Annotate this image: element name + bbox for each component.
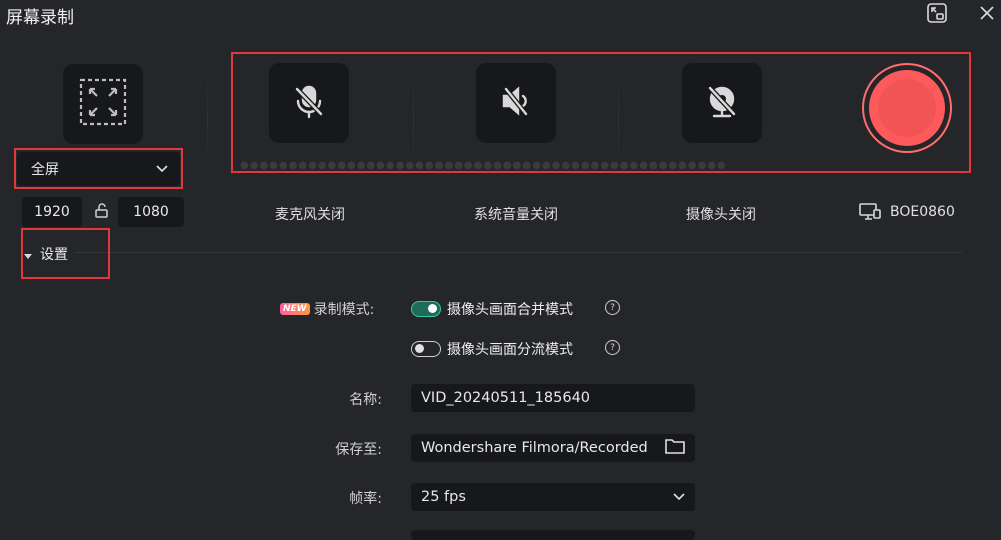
chevron-down-icon (673, 489, 685, 505)
area-select[interactable]: 全屏 (17, 152, 180, 186)
chevron-down-icon (156, 161, 168, 177)
mode-merge-label: 摄像头画面合并模式 (447, 302, 573, 318)
record-mode-label-group: NEW 录制模式: (280, 299, 374, 319)
name-value: VID_20240511_185640 (421, 390, 591, 406)
camera-label: 摄像头关闭 (686, 207, 756, 223)
mic-toggle[interactable] (269, 63, 349, 143)
fps-select[interactable]: 25 fps (411, 483, 695, 511)
save-path-value: Wondershare Filmora/Recorded (421, 440, 648, 456)
system-audio-toggle[interactable] (476, 63, 556, 143)
record-mode-label: 录制模式: (313, 302, 375, 318)
mic-label: 麦克风关闭 (275, 207, 345, 223)
area-select-value: 全屏 (31, 162, 59, 178)
monitor-label: BOE0860 (890, 204, 955, 220)
system-audio-label: 系统音量关闭 (474, 207, 558, 223)
mic-off-icon (289, 81, 329, 125)
fullscreen-expand-icon (78, 77, 128, 131)
system-audio-level-meter: ●●●●●●●●●●●●●●●●●●●●●●●●●●●●●● (435, 160, 727, 171)
settings-toggle[interactable]: 设置 (24, 244, 74, 264)
speaker-off-icon (496, 81, 536, 125)
section-divider (22, 252, 962, 253)
name-label: 名称: (349, 392, 382, 408)
save-label: 保存至: (335, 442, 382, 458)
folder-icon[interactable] (665, 438, 685, 458)
record-button-fill (869, 70, 945, 146)
close-icon[interactable] (978, 4, 996, 26)
new-badge: NEW (280, 303, 310, 315)
capture-area-tile[interactable] (63, 64, 143, 144)
mode-split-label: 摄像头画面分流模式 (447, 342, 573, 358)
fps-value: 25 fps (421, 489, 466, 505)
window-title: 屏幕录制 (6, 8, 74, 28)
help-icon[interactable]: ? (605, 340, 620, 355)
width-input[interactable]: 1920 (22, 197, 82, 227)
height-input[interactable]: 1080 (118, 197, 184, 227)
caret-down-icon (24, 245, 32, 264)
mode-split-toggle[interactable] (411, 341, 441, 357)
picture-in-picture-icon[interactable] (926, 2, 948, 28)
next-field[interactable] (411, 530, 695, 540)
help-icon[interactable]: ? (605, 300, 620, 315)
unlocked-aspect-icon[interactable] (94, 203, 110, 223)
name-input[interactable]: VID_20240511_185640 (411, 384, 695, 412)
camera-off-icon (702, 81, 742, 125)
record-button-core (878, 79, 936, 137)
save-path-input[interactable]: Wondershare Filmora/Recorded (411, 434, 695, 462)
record-button[interactable] (862, 63, 952, 153)
mode-merge-toggle[interactable] (411, 301, 441, 317)
monitor-icon (859, 203, 881, 225)
camera-toggle[interactable] (682, 63, 762, 143)
fps-label: 帧率: (349, 491, 382, 507)
divider (207, 70, 208, 170)
mode-split-option[interactable]: 摄像头画面分流模式 (411, 339, 573, 359)
settings-header: 设置 (40, 247, 68, 263)
mode-merge-option[interactable]: 摄像头画面合并模式 (411, 299, 573, 319)
